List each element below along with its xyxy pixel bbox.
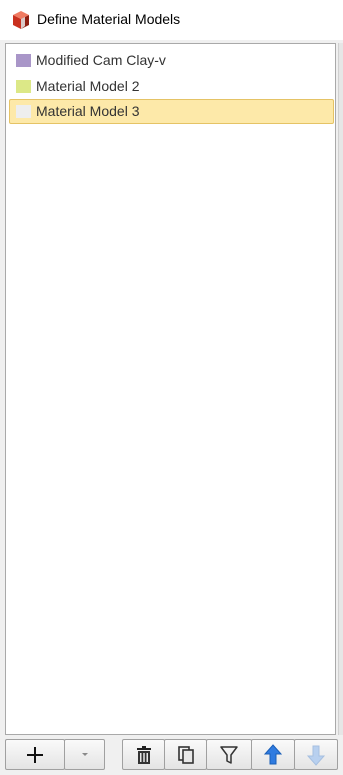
move-up-button[interactable]	[251, 739, 295, 770]
filter-icon	[220, 745, 238, 764]
material-list-item[interactable]: Material Model 2	[9, 74, 334, 99]
title-bar: Define Material Models	[0, 0, 343, 40]
material-name: Material Model 3	[36, 103, 140, 119]
color-swatch	[16, 54, 31, 67]
copy-button[interactable]	[164, 739, 207, 770]
filter-button[interactable]	[206, 739, 252, 770]
dropdown-arrow-icon	[81, 752, 88, 756]
plus-icon	[27, 746, 43, 763]
arrow-up-icon	[264, 743, 282, 764]
material-name: Modified Cam Clay-v	[36, 52, 166, 68]
add-dropdown-button[interactable]	[64, 739, 105, 770]
color-swatch	[16, 80, 31, 93]
material-list[interactable]: Modified Cam Clay-v Material Model 2 Mat…	[5, 43, 336, 735]
color-swatch	[16, 105, 31, 118]
material-cube-icon	[13, 11, 29, 29]
list-toolbar	[0, 736, 343, 775]
material-list-item[interactable]: Modified Cam Clay-v	[9, 48, 334, 73]
delete-button[interactable]	[122, 739, 165, 770]
panel-splitter[interactable]	[338, 43, 343, 735]
material-name: Material Model 2	[36, 78, 140, 94]
material-list-item-selected[interactable]: Material Model 3	[9, 99, 334, 124]
add-material-button[interactable]	[5, 739, 65, 770]
trash-icon	[136, 745, 151, 764]
arrow-down-icon	[307, 745, 325, 766]
copy-icon	[177, 745, 194, 764]
window-title: Define Material Models	[37, 11, 181, 27]
move-down-button[interactable]	[294, 739, 338, 770]
